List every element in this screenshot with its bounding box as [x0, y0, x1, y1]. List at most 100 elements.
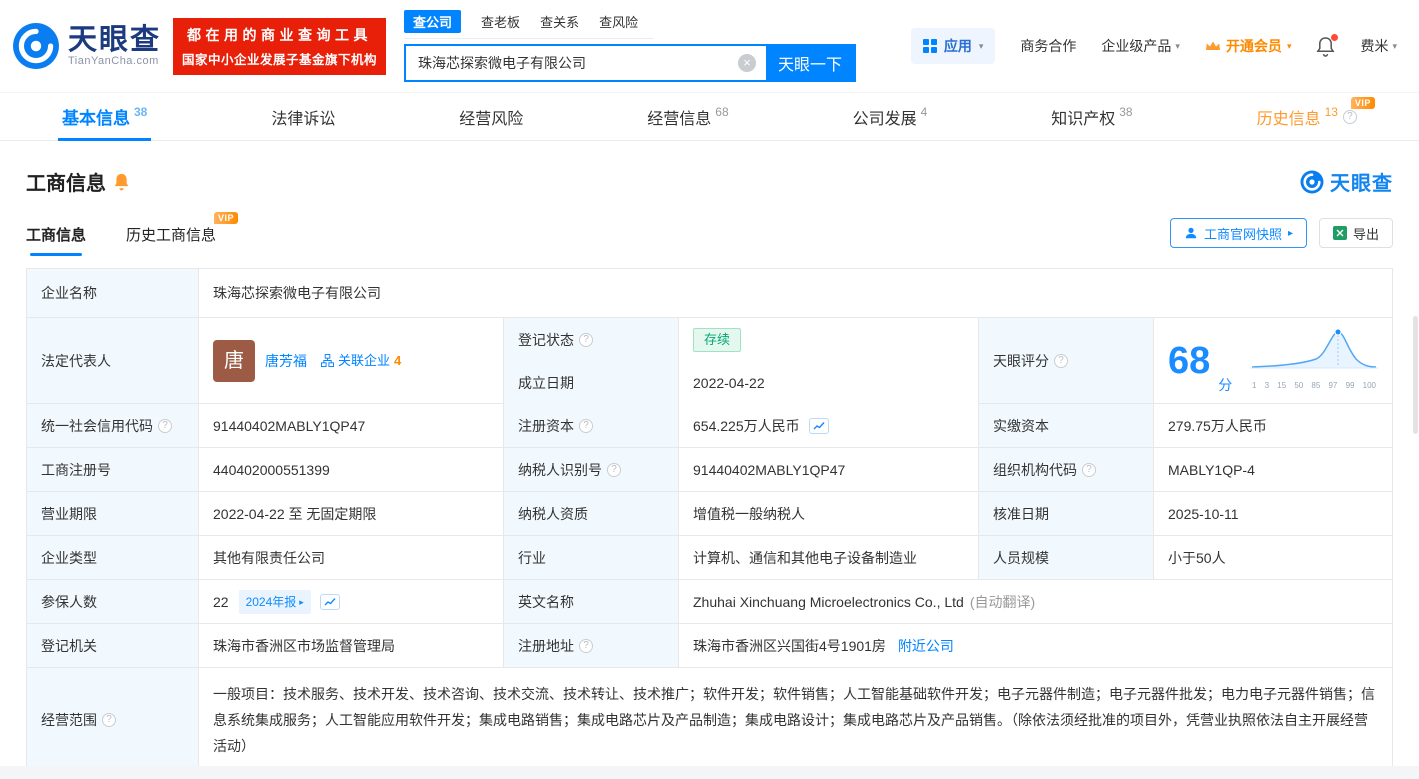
help-icon[interactable]: ?: [158, 418, 172, 433]
score-distribution-chart: 13 15 50 85 97 99 100: [1250, 326, 1378, 396]
search-button[interactable]: 天眼一下: [766, 46, 855, 80]
english-name-label: 英文名称: [504, 580, 679, 624]
excel-icon: [1332, 226, 1347, 240]
vip-badge: VIP: [214, 212, 239, 224]
business-scope-label: 经营范围 ?: [27, 668, 199, 773]
org-structure-icon: [321, 354, 334, 367]
establish-date-label: 成立日期: [504, 361, 679, 405]
tab-intellectual-property-count: 38: [1119, 104, 1133, 119]
taxpayer-quality-value: 增值税一般纳税人: [679, 492, 979, 536]
subtab-history-business-info[interactable]: VIP 历史工商信息: [126, 212, 239, 256]
search-box: × 天眼一下: [404, 44, 857, 82]
tab-legal-litigation[interactable]: 法律诉讼: [267, 93, 339, 140]
reg-status-value: 存续: [679, 318, 979, 362]
approval-date-label: 核准日期: [979, 492, 1154, 536]
person-icon: [1185, 227, 1197, 239]
score-value: 68 分 13 15 50 85 97 99 100: [1154, 318, 1393, 404]
subtab-business-info[interactable]: 工商信息: [26, 224, 86, 256]
watermark-brand-name: 天眼查: [1330, 173, 1393, 195]
export-label: 导出: [1352, 226, 1379, 242]
top-header: 天眼查 TianYanCha.com 都在用的商业查询工具 国家中小企业发展子基…: [0, 0, 1419, 92]
help-icon[interactable]: ?: [102, 713, 116, 727]
search-tab-risk[interactable]: 查风险: [599, 12, 638, 31]
related-companies-link[interactable]: 关联企业 4: [321, 351, 401, 371]
tab-basic-info[interactable]: 基本信息 38: [58, 93, 152, 141]
search-tab-company[interactable]: 查公司: [404, 10, 462, 33]
nav-open-vip-label: 开通会员: [1225, 38, 1282, 54]
nav-business-cooperation[interactable]: 商务合作: [1020, 36, 1076, 56]
table-row-company-type: 企业类型 其他有限责任公司 行业 计算机、通信和其他电子设备制造业 人员规模 小…: [27, 536, 1393, 580]
capital-trend-icon[interactable]: [808, 417, 829, 434]
banner-line2: 国家中小企业发展子基金旗下机构: [182, 52, 378, 67]
brand-slogan-banner: 都在用的商业查询工具 国家中小企业发展子基金旗下机构: [173, 17, 387, 75]
tab-company-development[interactable]: 公司发展 4: [849, 93, 932, 140]
monitor-bell-icon[interactable]: [113, 172, 130, 191]
legal-rep-label: 法定代表人: [27, 318, 199, 404]
tab-operation-info-label: 经营信息: [647, 110, 712, 128]
tab-operation-info[interactable]: 经营信息 68: [643, 93, 732, 140]
help-icon[interactable]: ?: [1082, 462, 1096, 477]
brand-domain: TianYanCha.com: [68, 55, 159, 67]
reg-authority-value: 珠海市香洲区市场监督管理局: [199, 624, 504, 668]
business-term-value: 2022-04-22 至 无固定期限: [199, 492, 504, 536]
crown-icon: [1205, 41, 1220, 50]
brand-name: 天眼查: [68, 24, 162, 56]
tab-company-development-count: 4: [920, 104, 928, 119]
legal-rep-avatar[interactable]: 唐: [213, 339, 255, 382]
annual-report-badge[interactable]: 2024年报 ▸: [238, 589, 311, 614]
help-icon[interactable]: ?: [1342, 109, 1357, 124]
search-tab-boss[interactable]: 查老板: [481, 12, 520, 31]
tab-history-info-label: 历史信息: [1256, 110, 1321, 128]
grid-icon: [922, 39, 937, 53]
score-unit: 分: [1218, 377, 1233, 393]
search-area: 查公司 查老板 查关系 查风险 × 天眼一下: [404, 10, 857, 82]
staff-size-value: 小于50人: [1154, 536, 1393, 580]
section-header: 工商信息 天眼查: [26, 167, 1393, 196]
table-row-credit-code: 统一社会信用代码 ? 91440402MABLY1QP47 注册资本 ? 654…: [27, 404, 1393, 448]
table-row-insured: 参保人数 22 2024年报 ▸ 英文名称 Zhuhai Xinchuang M…: [27, 580, 1393, 624]
company-name-value: 珠海芯探索微电子有限公司: [199, 269, 1393, 318]
tab-legal-litigation-label: 法律诉讼: [271, 110, 336, 128]
user-menu[interactable]: 费米 ▾: [1360, 36, 1397, 56]
tianyancha-logo[interactable]: 天眼查 TianYanCha.com: [12, 22, 161, 70]
help-icon[interactable]: ?: [579, 418, 593, 433]
subtab-row: 工商信息 VIP 历史工商信息 工商官网快照 ▸ 导出: [26, 212, 1393, 256]
page: 天眼查 TianYanCha.com 都在用的商业查询工具 国家中小企业发展子基…: [0, 0, 1419, 779]
approval-date-value: 2025-10-11: [1154, 492, 1393, 536]
help-icon[interactable]: ?: [1054, 353, 1068, 368]
notification-bell-icon[interactable]: [1316, 33, 1339, 57]
legal-rep-name-link[interactable]: 唐芳福: [265, 351, 307, 371]
help-icon[interactable]: ?: [607, 462, 621, 477]
company-type-value: 其他有限责任公司: [199, 536, 504, 580]
export-button[interactable]: 导出: [1318, 218, 1393, 248]
nav-open-vip[interactable]: 开通会员 ▾: [1205, 36, 1291, 56]
insured-label: 参保人数: [27, 580, 199, 624]
tianyancha-watermark-icon: [1300, 170, 1324, 193]
official-snapshot-button[interactable]: 工商官网快照 ▸: [1169, 218, 1307, 248]
score-number: 68: [1168, 339, 1211, 382]
table-row-legal-rep: 法定代表人 唐 唐芳福 关联企业 4 登记状态 ? 存续 成立日期 2022-0…: [27, 318, 1393, 405]
status-badge: 存续: [693, 327, 742, 352]
tab-intellectual-property-label: 知识产权: [1051, 110, 1116, 128]
nav-enterprise-products[interactable]: 企业级产品 ▾: [1101, 36, 1180, 56]
help-icon[interactable]: ?: [579, 638, 593, 653]
org-code-value: MABLY1QP-4: [1154, 448, 1393, 492]
top-nav: 应用 ▾ 商务合作 企业级产品 ▾ 开通会员 ▾ 费米 ▾: [910, 28, 1397, 64]
help-icon[interactable]: ?: [579, 332, 593, 347]
table-row-business-term: 营业期限 2022-04-22 至 无固定期限 纳税人资质 增值税一般纳税人 核…: [27, 492, 1393, 536]
tab-operation-risk[interactable]: 经营风险: [455, 93, 527, 140]
nearby-companies-link[interactable]: 附近公司: [898, 636, 954, 656]
tab-intellectual-property[interactable]: 知识产权 38: [1047, 93, 1136, 140]
tab-history-info[interactable]: VIP 历史信息 13 ?: [1253, 93, 1375, 140]
clear-search-icon[interactable]: ×: [738, 54, 757, 72]
apps-menu[interactable]: 应用 ▾: [910, 28, 996, 64]
credit-code-value: 91440402MABLY1QP47: [199, 404, 504, 448]
search-tab-relation[interactable]: 查关系: [540, 12, 579, 31]
industry-label: 行业: [504, 536, 679, 580]
tab-history-info-count: 13: [1324, 104, 1338, 119]
scrollbar-thumb[interactable]: [1413, 316, 1418, 434]
watermark-logo: 天眼查: [1300, 167, 1393, 196]
banner-line1: 都在用的商业查询工具: [187, 26, 373, 43]
search-input[interactable]: [406, 46, 739, 80]
insured-trend-icon[interactable]: [319, 593, 340, 610]
